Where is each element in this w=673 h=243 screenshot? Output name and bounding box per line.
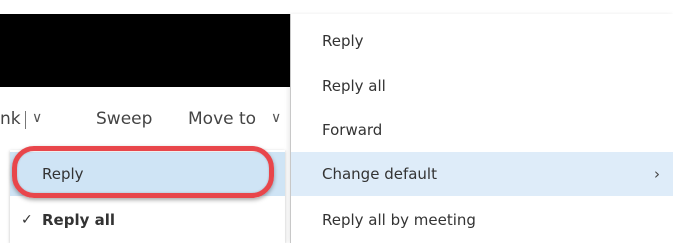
reply-all-menu-item-label: Reply all (42, 211, 116, 229)
move-to-button[interactable]: Move to (188, 109, 256, 129)
context-menu-item-forward[interactable]: Forward (291, 108, 673, 152)
sweep-button[interactable]: Sweep (96, 109, 152, 129)
context-menu-item-label: Reply (322, 32, 364, 50)
reply-menu-item[interactable]: Reply (10, 152, 285, 196)
junk-chevron-down-icon[interactable]: ∨ (32, 108, 42, 128)
toolbar-divider (25, 111, 26, 129)
context-menu-item-reply-all[interactable]: Reply all (291, 64, 673, 108)
reply-menu-item-label: Reply (42, 165, 84, 183)
redacted-header-band (0, 14, 290, 87)
context-menu-item-label: Reply all by meeting (322, 211, 476, 229)
junk-button[interactable]: nk (0, 109, 21, 129)
context-menu-item-label: Change default (322, 165, 437, 183)
reply-context-menu: Reply Reply all Forward Change default ›… (290, 14, 673, 243)
mail-toolbar: nk ∨ Sweep Move to ∨ (0, 98, 290, 142)
context-menu-item-reply-all-by-meeting[interactable]: Reply all by meeting (291, 198, 673, 242)
context-menu-item-label: Forward (322, 121, 383, 139)
reply-dropdown-menu: Reply ✓ Reply all (10, 150, 285, 243)
chevron-right-icon: › (654, 165, 660, 183)
reply-all-menu-item[interactable]: ✓ Reply all (10, 198, 285, 242)
move-to-chevron-down-icon[interactable]: ∨ (271, 108, 281, 128)
context-menu-item-reply[interactable]: Reply (291, 19, 673, 63)
context-menu-item-label: Reply all (322, 77, 386, 95)
checkmark-icon: ✓ (21, 212, 33, 228)
context-menu-item-change-default[interactable]: Change default › (291, 152, 673, 196)
